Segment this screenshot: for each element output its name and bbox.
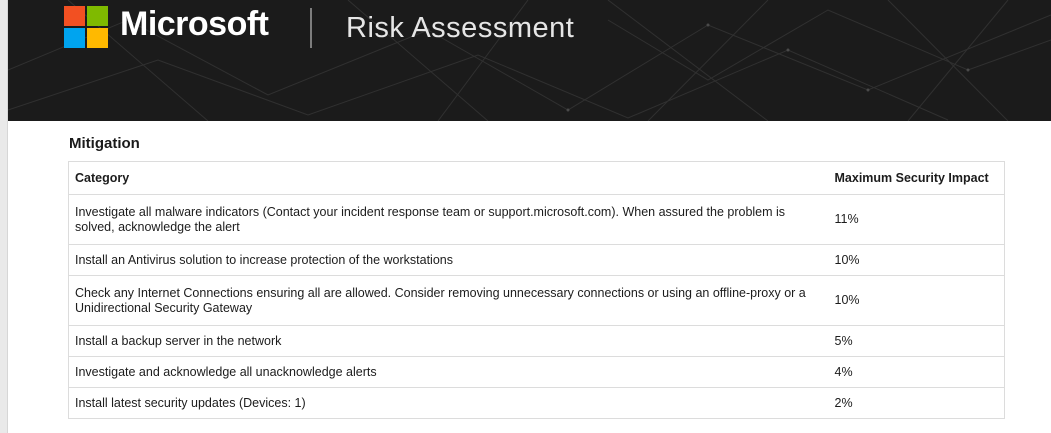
impact-cell: 4% [828, 356, 1005, 388]
category-cell: Install a backup server in the network [68, 325, 829, 357]
table-row: Check any Internet Connections ensuring … [68, 275, 1005, 326]
logo-red-square [64, 6, 85, 26]
window-edge [0, 0, 8, 433]
logo-green-square [87, 6, 108, 26]
table-row: Install an Antivirus solution to increas… [68, 244, 1005, 276]
table-row: Install a backup server in the network 5… [68, 325, 1005, 357]
table-row: Investigate and acknowledge all unacknow… [68, 356, 1005, 388]
mitigation-table: Category Maximum Security Impact Investi… [68, 161, 1005, 419]
impact-cell: 2% [828, 387, 1005, 419]
impact-cell: 11% [828, 194, 1005, 245]
category-cell: Investigate and acknowledge all unacknow… [68, 356, 829, 388]
category-cell: Check any Internet Connections ensuring … [68, 275, 829, 326]
product-title: Risk Assessment [346, 12, 575, 44]
logo-yellow-square [87, 28, 108, 48]
impact-cell: 5% [828, 325, 1005, 357]
column-header-impact: Maximum Security Impact [828, 161, 1005, 195]
report-page: Microsoft Risk Assessment Mitigation Cat… [0, 0, 1051, 433]
category-cell: Install latest security updates (Devices… [68, 387, 829, 419]
category-cell: Install an Antivirus solution to increas… [68, 244, 829, 276]
column-header-category: Category [68, 161, 829, 195]
brand-name: Microsoft [120, 5, 269, 43]
impact-cell: 10% [828, 275, 1005, 326]
category-cell: Investigate all malware indicators (Cont… [68, 194, 829, 245]
header-divider [310, 8, 312, 48]
table-row: Investigate all malware indicators (Cont… [68, 194, 1005, 245]
report-header: Microsoft Risk Assessment [8, 0, 1051, 121]
table-header-row: Category Maximum Security Impact [68, 161, 1005, 195]
table-row: Install latest security updates (Devices… [68, 387, 1005, 419]
section-title: Mitigation [69, 135, 140, 152]
microsoft-logo-icon [64, 6, 110, 50]
impact-cell: 10% [828, 244, 1005, 276]
logo-blue-square [64, 28, 85, 48]
